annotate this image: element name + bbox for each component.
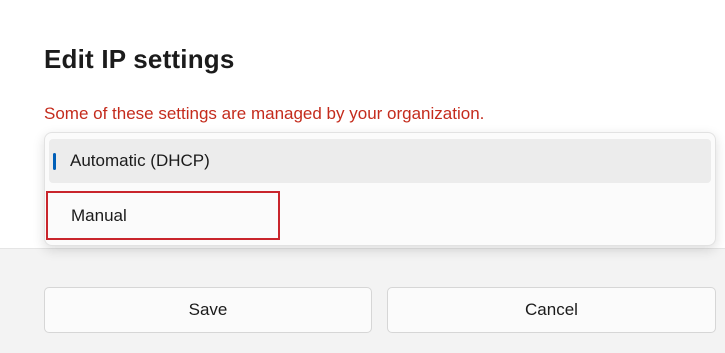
managed-settings-warning: Some of these settings are managed by yo… — [44, 104, 485, 123]
option-label: Automatic (DHCP) — [70, 151, 210, 170]
dialog-title: Edit IP settings — [44, 44, 235, 74]
cancel-button[interactable]: Cancel — [387, 287, 716, 333]
option-label: Manual — [71, 206, 127, 225]
ip-assignment-dropdown-list: Automatic (DHCP) Manual — [44, 132, 716, 246]
edit-ip-settings-dialog: Edit IP settings Some of these settings … — [0, 0, 725, 353]
selected-indicator — [53, 153, 56, 170]
option-automatic-dhcp[interactable]: Automatic (DHCP) — [49, 139, 711, 183]
save-button[interactable]: Save — [44, 287, 372, 333]
option-manual[interactable]: Manual — [49, 192, 711, 236]
